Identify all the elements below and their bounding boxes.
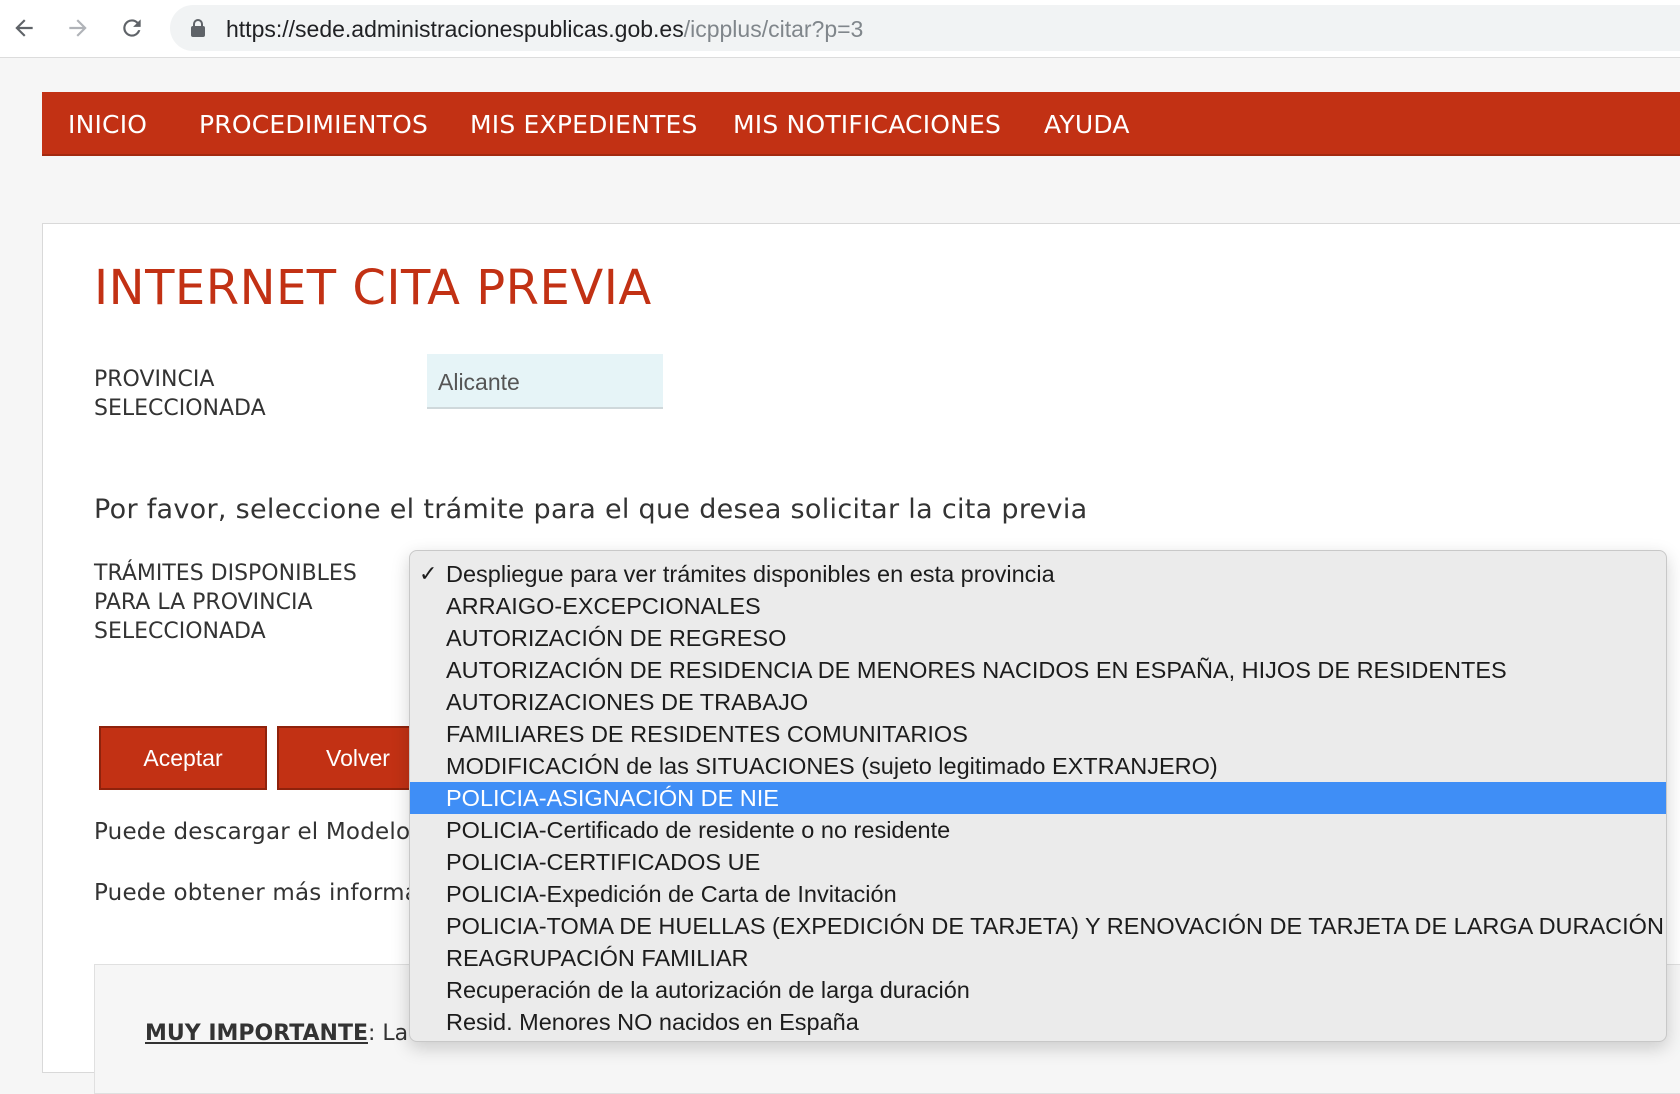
province-value: Alicante [438, 369, 520, 395]
nav-item-mis-notificaciones[interactable]: MIS NOTIFICACIONES [733, 110, 1001, 139]
main-nav: INICIO PROCEDIMIENTOS MIS EXPEDIENTES MI… [42, 92, 1680, 156]
dropdown-option[interactable]: AUTORIZACIÓN DE REGRESO [410, 622, 1666, 654]
address-bar[interactable]: https://sede.administracionespublicas.go… [170, 5, 1680, 51]
dropdown-option[interactable]: POLICIA-Expedición de Carta de Invitació… [410, 878, 1666, 910]
dropdown-option[interactable]: Resid. Menores NO nacidos en España [410, 1006, 1666, 1038]
dropdown-option[interactable]: POLICIA-ASIGNACIÓN DE NIE [410, 782, 1666, 814]
accept-button[interactable]: Aceptar [99, 726, 267, 790]
nav-item-mis-expedientes[interactable]: MIS EXPEDIENTES [470, 110, 698, 139]
tramites-dropdown[interactable]: ✓ Despliegue para ver trámites disponible… [409, 550, 1667, 1042]
forward-arrow-icon[interactable] [62, 10, 94, 46]
dropdown-option[interactable]: POLICIA-CERTIFICADOS UE [410, 846, 1666, 878]
reload-icon[interactable] [116, 10, 148, 46]
dropdown-option[interactable]: FAMILIARES DE RESIDENTES COMUNITARIOS [410, 718, 1666, 750]
dropdown-option[interactable]: ARRAIGO-EXCEPCIONALES [410, 590, 1666, 622]
nav-item-procedimientos[interactable]: PROCEDIMIENTOS [199, 110, 428, 139]
important-body: : La [367, 1021, 409, 1046]
tramites-label: TRÁMITES DISPONIBLES PARA LA PROVINCIA S… [94, 559, 357, 646]
dropdown-option[interactable]: REAGRUPACIÓN FAMILIAR [410, 942, 1666, 974]
important-label: MUY IMPORTANTE [145, 1021, 368, 1046]
tramites-label-line1: TRÁMITES DISPONIBLES [94, 561, 357, 586]
lock-icon [191, 19, 205, 37]
province-field: Alicante [427, 354, 663, 409]
page-title: INTERNET CITA PREVIA [94, 260, 652, 316]
dropdown-option[interactable]: POLICIA-TOMA DE HUELLAS (EXPEDICIÓN DE T… [410, 910, 1666, 942]
important-text: MUY IMPORTANTE: La [145, 1021, 408, 1046]
url-text: https://sede.administracionespublicas.go… [226, 16, 863, 43]
province-label-line1: PROVINCIA [94, 367, 215, 392]
url-path: /icpplus/citar?p=3 [683, 16, 864, 42]
back-arrow-icon[interactable] [8, 10, 40, 46]
download-model-text: Puede descargar el Modelo [94, 819, 411, 845]
browser-toolbar: https://sede.administracionespublicas.go… [0, 0, 1680, 58]
nav-item-ayuda[interactable]: AYUDA [1044, 110, 1130, 139]
more-info-text: Puede obtener más informa [94, 880, 420, 906]
nav-item-inicio[interactable]: INICIO [68, 110, 147, 139]
province-label-line2: SELECCIONADA [94, 396, 266, 421]
instruction-text: Por favor, seleccione el trámite para el… [94, 494, 1088, 525]
checkmark-icon: ✓ [419, 561, 438, 586]
dropdown-option[interactable]: AUTORIZACIONES DE TRABAJO [410, 686, 1666, 718]
dropdown-option[interactable]: POLICIA-Certificado de residente o no re… [410, 814, 1666, 846]
url-host: https://sede.administracionespublicas.go… [226, 16, 684, 42]
province-label: PROVINCIA SELECCIONADA [94, 365, 266, 423]
dropdown-option[interactable]: AUTORIZACIÓN DE RESIDENCIA DE MENORES NA… [410, 654, 1666, 686]
dropdown-option[interactable]: MODIFICACIÓN de las SITUACIONES (sujeto … [410, 750, 1666, 782]
tramites-label-line3: SELECCIONADA [94, 619, 266, 644]
dropdown-option[interactable]: Recuperación de la autorización de larga… [410, 974, 1666, 1006]
tramites-label-line2: PARA LA PROVINCIA [94, 590, 313, 615]
dropdown-option[interactable]: ✓ Despliegue para ver trámites disponible… [410, 558, 1666, 590]
